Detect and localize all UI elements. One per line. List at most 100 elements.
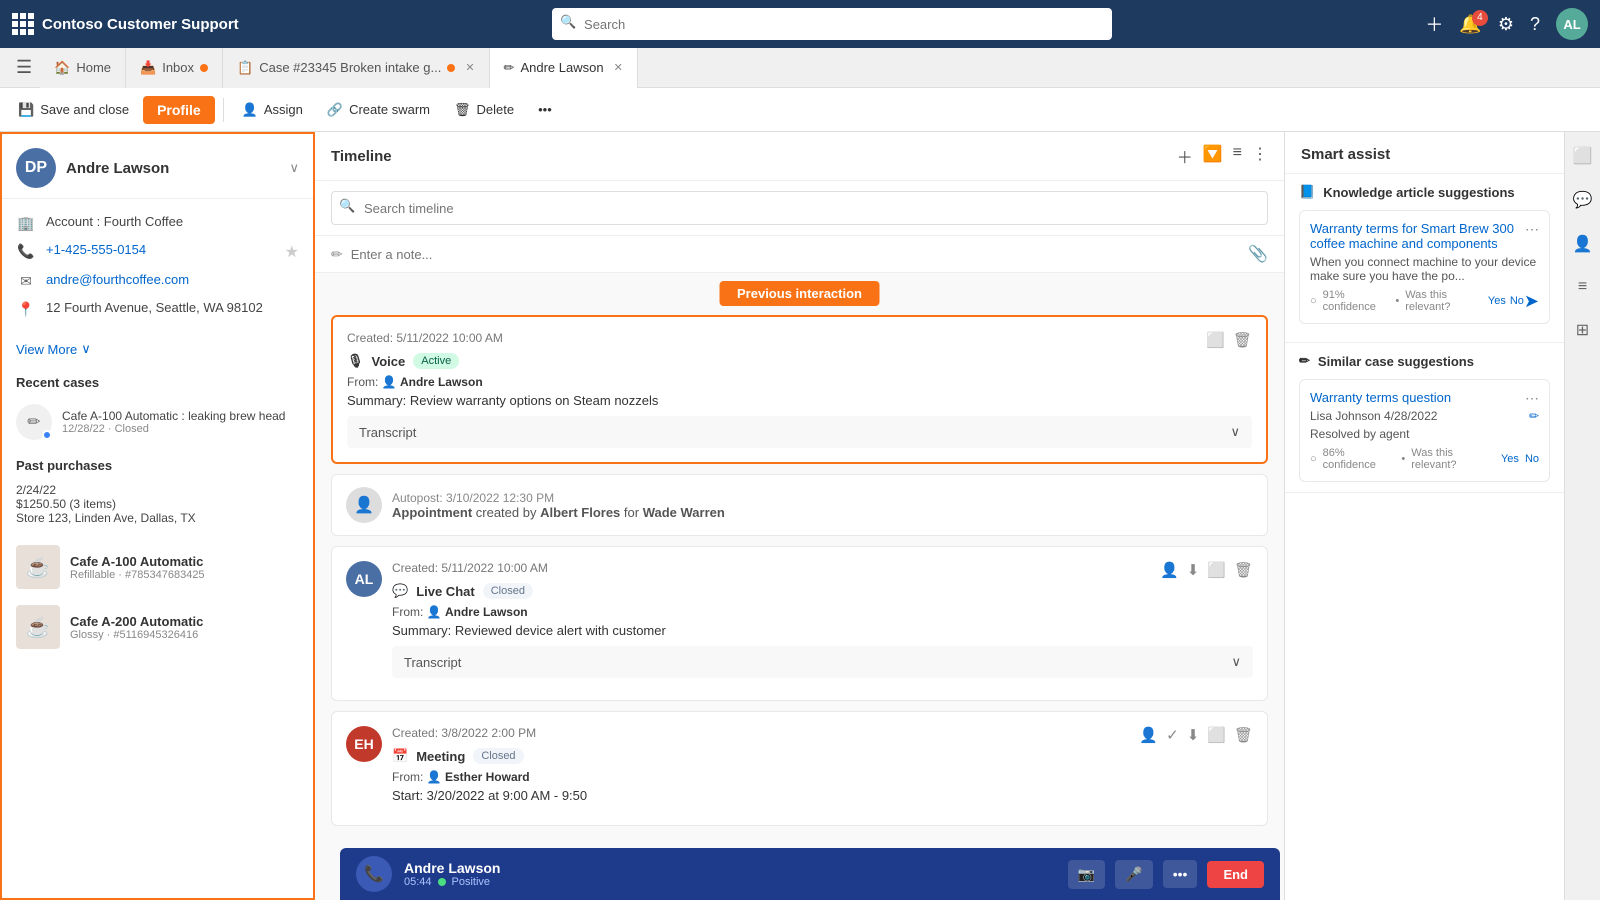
timeline-search-input[interactable]: [331, 191, 1268, 225]
video-button[interactable]: 📷: [1068, 860, 1105, 889]
tab-case[interactable]: 📋 Case #23345 Broken intake g... ✕: [223, 48, 490, 88]
email-value[interactable]: andre@fourthcoffee.com: [46, 272, 189, 287]
tab-contact-label: Andre Lawson: [520, 60, 603, 75]
trash-icon[interactable]: 🗑: [1233, 331, 1252, 349]
save-close-button[interactable]: 💾 Save and close: [8, 96, 139, 124]
toolbar: 💾 Save and close Profile 👤 Assign 🔗 Crea…: [0, 88, 1600, 132]
apps-icon[interactable]: ⊞: [1570, 314, 1595, 346]
mute-button[interactable]: 🎤: [1115, 860, 1152, 889]
chat-icon[interactable]: 💬: [1567, 184, 1599, 216]
swarm-icon: 🔗: [327, 102, 343, 118]
download-icon[interactable]: ⬇: [1187, 561, 1200, 579]
livechat-avatar: AL: [346, 561, 382, 597]
product-info-2: Cafe A-200 Automatic Glossy · #511694532…: [70, 614, 203, 641]
assign-button[interactable]: 👤 Assign: [232, 96, 313, 124]
grid-icon[interactable]: [12, 13, 34, 35]
open-icon[interactable]: ⬜: [1207, 561, 1226, 579]
voice-from: From: 👤 Andre Lawson: [347, 375, 1252, 389]
livechat-actions: 👤 ⬇ ⬜ 🗑: [1160, 561, 1253, 579]
settings-button[interactable]: ⚙: [1498, 14, 1514, 35]
favorite-icon[interactable]: ★: [285, 242, 299, 262]
meeting-type: 📅 Meeting Closed: [392, 748, 1253, 764]
trash-icon[interactable]: 🗑: [1234, 561, 1253, 579]
download-icon[interactable]: ⬇: [1187, 726, 1200, 744]
contact-name: Andre Lawson: [66, 160, 279, 177]
add-button[interactable]: ＋: [1425, 11, 1443, 37]
purchase-item-2[interactable]: ☕ Cafe A-200 Automatic Glossy · #5116945…: [2, 597, 313, 657]
yes-button[interactable]: Yes: [1488, 295, 1506, 307]
close-case-tab[interactable]: ✕: [465, 61, 474, 74]
trash-icon[interactable]: 🗑: [1234, 726, 1253, 744]
no-button[interactable]: No: [1510, 295, 1524, 307]
more-options-icon[interactable]: ⋯: [1525, 221, 1539, 238]
edit-icon[interactable]: ✏: [1529, 409, 1539, 423]
check-icon[interactable]: ✓: [1166, 726, 1179, 744]
purchase-item-1[interactable]: ☕ Cafe A-100 Automatic Refillable · #785…: [2, 537, 313, 597]
more-call-button[interactable]: •••: [1163, 860, 1198, 888]
voice-created: Created: 5/11/2022 10:00 AM: [347, 331, 1252, 345]
list-icon[interactable]: ≡: [1572, 272, 1593, 302]
product-name-1: Cafe A-100 Automatic: [70, 554, 205, 569]
phone-value[interactable]: +1-425-555-0154: [46, 242, 146, 257]
delete-button[interactable]: 🗑 Delete: [444, 96, 524, 124]
livechat-transcript[interactable]: Transcript ∨: [392, 646, 1253, 678]
similar-no[interactable]: No: [1525, 453, 1539, 465]
more-options-button[interactable]: •••: [528, 96, 562, 123]
assign-icon[interactable]: 👤: [1139, 726, 1158, 744]
email-row: ✉ andre@fourthcoffee.com: [16, 267, 299, 295]
filter-icon[interactable]: 🔽: [1203, 144, 1223, 168]
attachment-icon[interactable]: 📎: [1248, 244, 1268, 264]
close-contact-tab[interactable]: ✕: [614, 61, 623, 74]
tab-home[interactable]: 🏠 Home: [40, 48, 126, 88]
tab-contact[interactable]: ✏ Andre Lawson ✕: [490, 48, 638, 88]
similar-yes[interactable]: Yes: [1501, 453, 1519, 465]
note-bar: ✏ 📎: [315, 236, 1284, 273]
create-swarm-button[interactable]: 🔗 Create swarm: [317, 96, 440, 124]
panel-toggle-icon[interactable]: ⬜: [1567, 140, 1599, 172]
tab-inbox[interactable]: 📥 Inbox: [126, 48, 223, 88]
toolbar-separator: [223, 98, 224, 122]
more-icon[interactable]: ⋮: [1252, 144, 1268, 168]
person-icon[interactable]: 👤: [1567, 228, 1599, 260]
user-avatar[interactable]: AL: [1556, 8, 1588, 40]
sentiment-label: Positive: [452, 876, 491, 888]
case-icon: ✏: [16, 404, 52, 440]
help-button[interactable]: ?: [1530, 14, 1540, 35]
address-row: 📍 12 Fourth Avenue, Seattle, WA 98102: [16, 295, 299, 323]
pen-icon: ✏: [331, 246, 343, 263]
voice-transcript[interactable]: Transcript ∨: [347, 416, 1252, 448]
add-timeline-icon[interactable]: ＋: [1177, 144, 1193, 168]
meeting-actions: 👤 ✓ ⬇ ⬜ 🗑: [1139, 726, 1253, 744]
delete-icon: 🗑: [454, 102, 471, 118]
call-bar-avatar: 📞: [356, 856, 392, 892]
tab-case-label: Case #23345 Broken intake g...: [259, 60, 441, 75]
call-time: 05:44: [404, 876, 432, 888]
notifications-button[interactable]: 🔔 4: [1459, 14, 1481, 35]
assign-icon[interactable]: 👤: [1160, 561, 1179, 579]
transcript-chevron: ∨: [1230, 424, 1240, 440]
recent-case-item[interactable]: ✏ Cafe A-100 Automatic : leaking brew he…: [2, 396, 313, 448]
knowledge-icon: 📘: [1299, 184, 1315, 200]
search-input[interactable]: [552, 8, 1112, 40]
contact-avatar: DP: [16, 148, 56, 188]
voice-status: Active: [413, 353, 459, 369]
meeting-entry: EH Created: 3/8/2022 2:00 PM 📅 Meeting C…: [331, 711, 1268, 826]
send-button[interactable]: ➤: [1524, 291, 1539, 312]
profile-button[interactable]: Profile: [143, 96, 215, 124]
end-call-button[interactable]: End: [1207, 861, 1264, 888]
open-icon[interactable]: ⬜: [1207, 726, 1226, 744]
past-purchases-list: ☕ Cafe A-100 Automatic Refillable · #785…: [2, 533, 313, 661]
open-icon[interactable]: ⬜: [1206, 331, 1225, 349]
call-bar-name: Andre Lawson: [404, 860, 1056, 876]
expand-icon[interactable]: ∨: [289, 160, 299, 176]
similar-case-meta: Lisa Johnson 4/28/2022 ✏: [1310, 409, 1539, 423]
call-bar-meta: 05:44 Positive: [404, 876, 1056, 888]
autopost-entry: 👤 Autopost: 3/10/2022 12:30 PM Appointme…: [331, 474, 1268, 536]
autopost-avatar: 👤: [346, 487, 382, 523]
hamburger-menu[interactable]: ☰: [8, 57, 40, 78]
view-more-button[interactable]: View More ∨: [2, 333, 313, 365]
more-options-icon[interactable]: ⋯: [1525, 390, 1539, 407]
case-dot: [447, 64, 455, 72]
note-input[interactable]: [351, 247, 1240, 262]
view-icon[interactable]: ≡: [1233, 144, 1242, 168]
